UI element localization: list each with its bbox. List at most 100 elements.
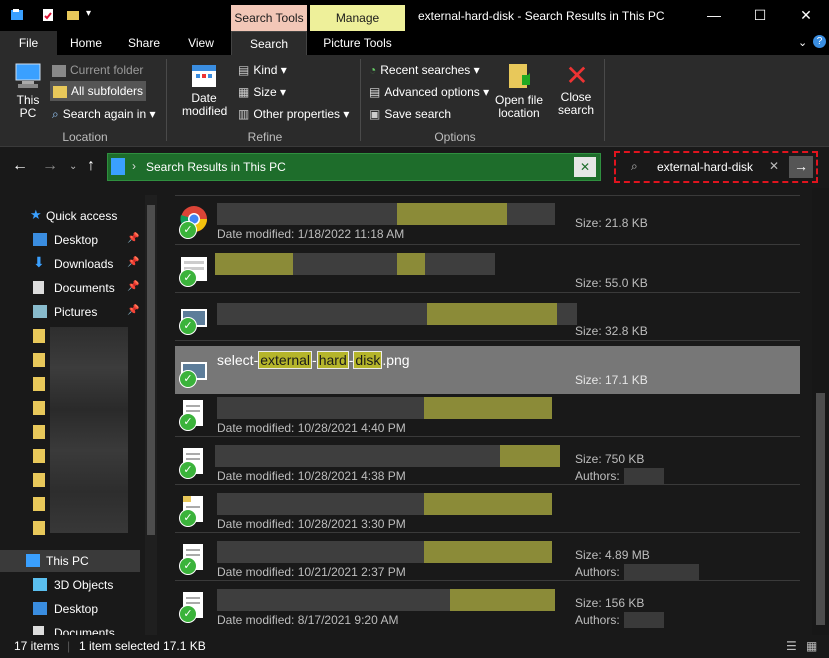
qa-dropdown-icon[interactable]: ▾ — [86, 8, 100, 22]
minimize-button[interactable]: — — [691, 0, 737, 32]
folder-icon-column — [33, 329, 45, 539]
nav-quick-access[interactable]: ★ Quick access — [0, 205, 145, 227]
tab-home[interactable]: Home — [62, 31, 110, 55]
save-search-button[interactable]: ▣ Save search — [369, 107, 451, 121]
advanced-options-icon: ▤ — [369, 85, 381, 99]
list-item[interactable]: ✓ Date modified: 10/28/2021 3:30 PM — [175, 485, 800, 533]
downloads-label: Downloads — [54, 257, 114, 271]
date-modified-value: Date modified: 10/28/2021 4:38 PM — [217, 469, 406, 483]
back-arrow-icon[interactable]: ← — [12, 157, 28, 175]
tab-picture-tools[interactable]: Picture Tools — [310, 31, 405, 55]
list-item[interactable]: ✓ Date modified: 1/18/2022 11:18 AM Size… — [175, 197, 800, 245]
file-name-part: select- — [217, 352, 259, 368]
tab-share[interactable]: Share — [120, 31, 168, 55]
large-icons-view-icon[interactable]: ▦ — [806, 639, 817, 653]
close-search-button[interactable]: ✕ Close search — [556, 61, 598, 117]
nav-scrollbar[interactable] — [145, 195, 157, 635]
list-item[interactable]: ✓ Date modified: 10/28/2021 4:38 PM Size… — [175, 437, 800, 485]
kind-button[interactable]: ▤ Kind ▾ — [238, 63, 287, 77]
nav-desktop-pc[interactable]: Desktop — [0, 598, 145, 620]
kind-icon: ▤ — [238, 63, 250, 77]
tab-search[interactable]: Search — [231, 31, 307, 55]
file-name-part: .png — [382, 352, 410, 368]
desktop-label: Desktop — [54, 233, 99, 247]
computer-icon — [26, 554, 40, 567]
this-pc-button[interactable]: This PC — [8, 61, 48, 120]
explorer-icon — [11, 9, 23, 20]
download-icon: ⬇ — [33, 254, 45, 270]
address-path: Search Results in This PC — [146, 160, 286, 174]
size-button[interactable]: ▦ Size ▾ — [238, 85, 286, 99]
address-bar[interactable]: › Search Results in This PC ✕ — [107, 153, 601, 181]
date-modified-button[interactable]: Date modified — [174, 61, 234, 118]
search-go-button[interactable]: → — [789, 156, 813, 178]
open-file-location-button[interactable]: Open file location — [494, 61, 544, 120]
document-icon — [33, 626, 44, 635]
breadcrumb-chevron-icon: › — [132, 159, 136, 173]
nav-desktop[interactable]: Desktop 📌 — [0, 229, 145, 251]
pictures-label: Pictures — [54, 305, 98, 319]
list-item[interactable]: ✓ Date modified: 10/21/2021 2:37 PM Size… — [175, 533, 800, 581]
help-icon[interactable]: ? — [813, 35, 826, 48]
details-view-icon[interactable]: ☰ — [786, 639, 797, 653]
up-arrow-icon[interactable]: ↑ — [87, 157, 95, 175]
folder-icon — [52, 64, 66, 77]
size-label: Size — [253, 85, 277, 99]
nav-pictures[interactable]: Pictures 📌 — [0, 301, 145, 323]
forward-arrow-icon[interactable]: → — [42, 157, 58, 175]
new-folder-icon[interactable] — [66, 8, 80, 22]
search-results-icon — [111, 158, 125, 175]
save-search-label: Save search — [384, 107, 452, 121]
all-subfolders-button[interactable]: All subfolders — [50, 81, 147, 101]
sync-check-icon: ✓ — [179, 557, 197, 575]
ribbon-separator — [360, 59, 361, 141]
sync-check-icon: ✓ — [179, 221, 197, 239]
list-item[interactable]: ✓ Date modified: 10/28/2021 4:40 PM — [175, 389, 800, 437]
date-modified-value: Date modified: 10/28/2021 4:40 PM — [217, 421, 406, 435]
results-scroll-thumb[interactable] — [816, 393, 825, 625]
search-again-button[interactable]: ⌕ Search again in ▾ — [52, 107, 155, 122]
nav-this-pc[interactable]: This PC — [0, 550, 140, 572]
nav-documents[interactable]: Documents 📌 — [0, 277, 145, 299]
nav-documents-pc[interactable]: Documents — [0, 622, 145, 635]
tab-file[interactable]: File — [0, 31, 57, 55]
recent-searches-button[interactable]: ◔ Recent searches ▾ — [369, 63, 480, 77]
nav-3d-objects[interactable]: 3D Objects — [0, 574, 145, 596]
clear-search-icon[interactable]: ✕ — [769, 159, 779, 173]
tab-view[interactable]: View — [177, 31, 225, 55]
ribbon-collapse-icon[interactable]: ⌄ — [798, 36, 807, 49]
close-button[interactable]: ✕ — [783, 0, 829, 32]
maximize-button[interactable]: ☐ — [737, 0, 783, 32]
date-modified-value: Date modified: 10/28/2021 3:30 PM — [217, 517, 406, 531]
authors-label: Authors: — [575, 613, 620, 627]
search-input[interactable]: external-hard-disk — [657, 160, 753, 174]
list-item[interactable]: ✓ Size: 55.0 KB — [175, 245, 800, 293]
list-item[interactable] — [175, 188, 800, 196]
list-item[interactable]: ✓ Size: 32.8 KB — [175, 293, 800, 341]
recent-locations-icon[interactable]: ⌄ — [69, 161, 77, 172]
other-properties-button[interactable]: ▥ Other properties ▾ — [238, 107, 349, 121]
redacted-author — [624, 612, 664, 628]
pin-icon: 📌 — [127, 233, 140, 244]
close-search-icon: ✕ — [565, 60, 589, 91]
desktop-label: Desktop — [54, 602, 99, 616]
size-value: Size: 156 KB — [575, 596, 645, 610]
nav-downloads[interactable]: ⬇ Downloads 📌 — [0, 253, 145, 275]
search-box[interactable]: ⌕ external-hard-disk ✕ → — [614, 151, 818, 183]
current-folder-button[interactable]: Current folder — [52, 63, 143, 77]
nav-scroll-thumb[interactable] — [147, 205, 155, 535]
search-highlight: hard — [316, 351, 349, 369]
pin-icon: 📌 — [127, 305, 140, 316]
list-item[interactable]: ✓ Date modified: 8/17/2021 9:20 AM Size:… — [175, 581, 800, 629]
refine-group-label: Refine — [247, 130, 283, 144]
properties-icon[interactable] — [41, 8, 55, 22]
size-value: Size: 55.0 KB — [575, 276, 648, 290]
sync-check-icon: ✓ — [179, 269, 197, 287]
manage-context-tab: Manage — [310, 5, 405, 31]
save-icon: ▣ — [369, 107, 381, 121]
stop-search-icon[interactable]: ✕ — [574, 157, 596, 177]
results-scrollbar[interactable] — [812, 188, 829, 635]
pictures-icon — [33, 305, 47, 318]
list-item-selected[interactable]: ✓ select-external - hard - disk .png Size: 17… — [175, 346, 800, 394]
advanced-options-button[interactable]: ▤ Advanced options ▾ — [369, 85, 489, 99]
